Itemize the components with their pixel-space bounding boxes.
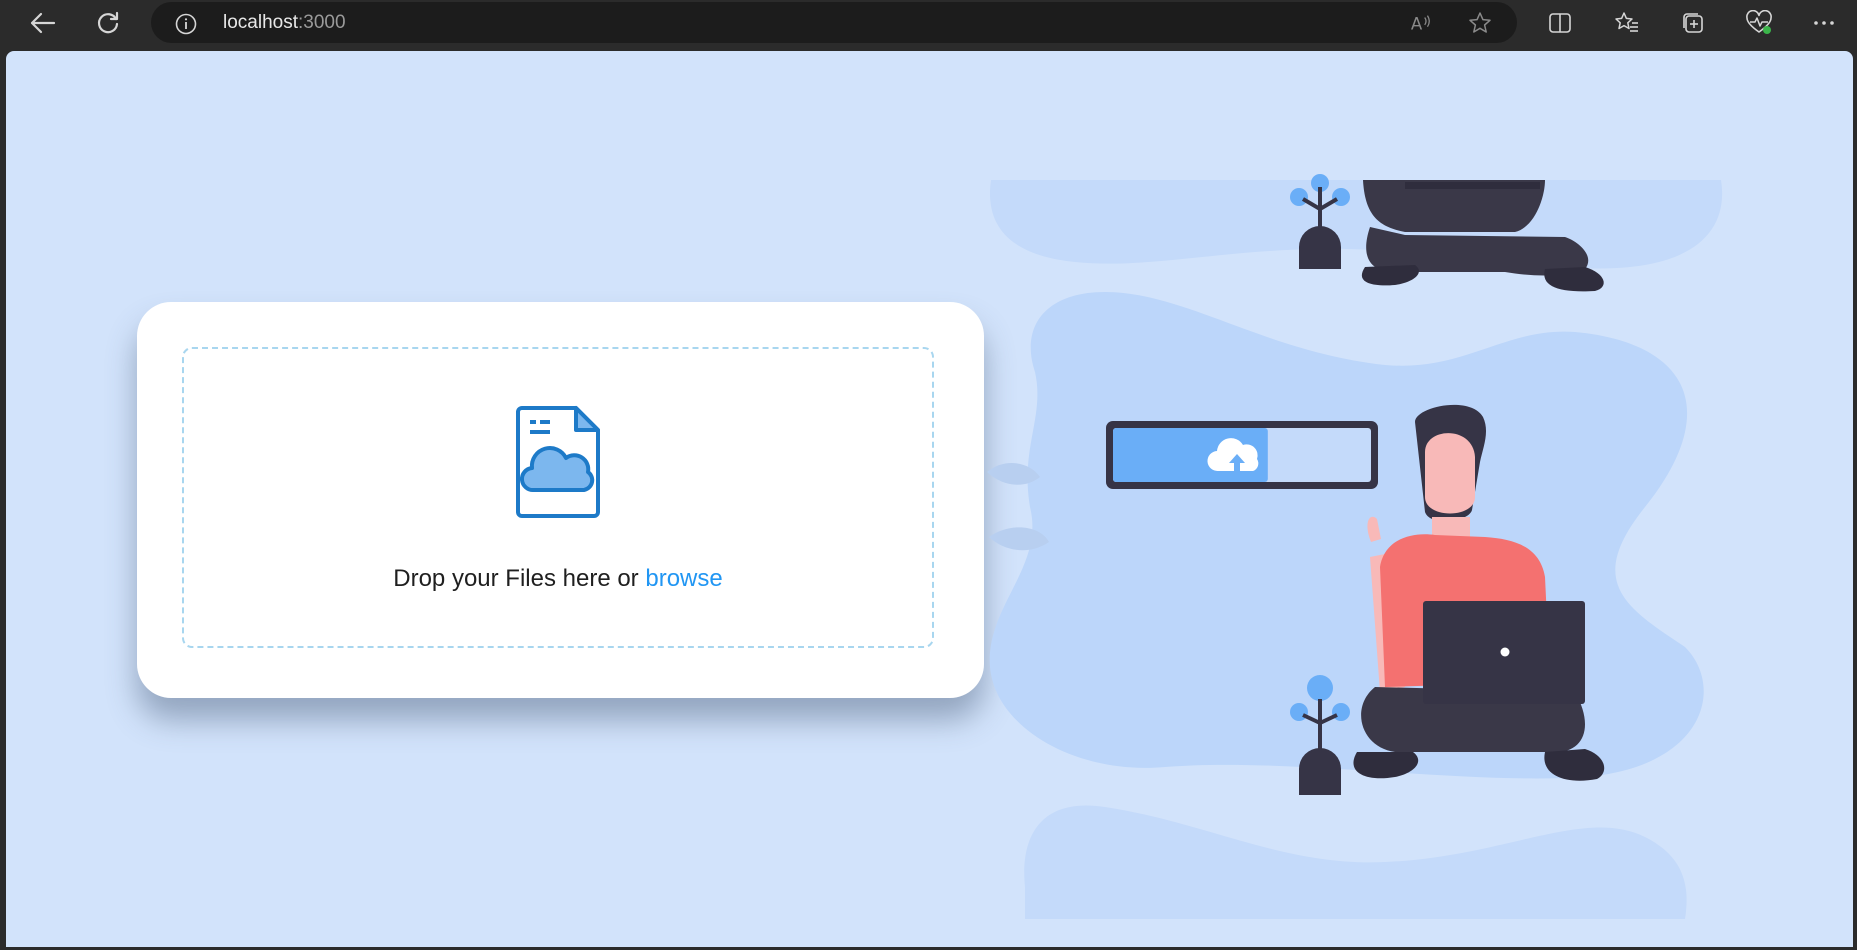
refresh-icon[interactable] bbox=[90, 6, 126, 40]
favorites-icon[interactable] bbox=[1612, 8, 1642, 38]
upload-illustration bbox=[987, 174, 1723, 919]
browse-link[interactable]: browse bbox=[645, 565, 722, 592]
read-aloud-icon[interactable]: A bbox=[1409, 11, 1433, 35]
url-host: localhost bbox=[223, 12, 298, 33]
browser-essentials-icon[interactable] bbox=[1744, 8, 1774, 38]
url-port: :3000 bbox=[298, 12, 346, 33]
drop-prompt-text: Drop your Files here or bbox=[393, 565, 639, 592]
top-blob-shape bbox=[989, 180, 1723, 269]
page-viewport: Drop your Files here or browse bbox=[6, 51, 1853, 947]
site-info-icon[interactable] bbox=[175, 13, 197, 40]
browser-toolbar: localhost:3000 A bbox=[0, 0, 1857, 46]
collections-icon[interactable] bbox=[1678, 8, 1708, 38]
drop-instructions: Drop your Files here or browse bbox=[184, 565, 932, 593]
address-bar[interactable]: localhost:3000 A bbox=[151, 2, 1517, 43]
svg-text:A: A bbox=[1411, 14, 1423, 33]
file-cloud-icon bbox=[514, 404, 602, 524]
upload-card: Drop your Files here or browse bbox=[137, 302, 984, 698]
favorite-star-icon[interactable] bbox=[1468, 11, 1492, 35]
url-text[interactable]: localhost:3000 bbox=[223, 12, 346, 34]
upload-progress-bar bbox=[1106, 421, 1378, 489]
more-menu-icon[interactable] bbox=[1809, 8, 1839, 38]
back-arrow-icon[interactable] bbox=[24, 6, 60, 40]
bottom-blob-shape bbox=[1024, 805, 1687, 919]
split-screen-icon[interactable] bbox=[1545, 8, 1575, 38]
file-drop-zone[interactable]: Drop your Files here or browse bbox=[182, 347, 934, 648]
